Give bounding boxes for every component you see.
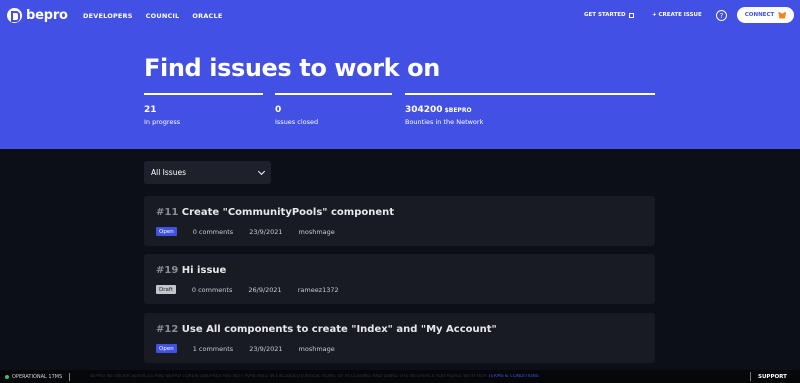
bepro-logo-icon [7,8,22,23]
main-nav: DEVELOPERS COUNCIL ORACLE [83,12,223,20]
issue-author: moshmage [298,227,335,236]
hero-header: bepro DEVELOPERS COUNCIL ORACLE GET STAR… [0,0,800,149]
get-started-link[interactable]: GET STARTED [584,12,634,18]
status-dot-icon [5,374,9,379]
status-badge: Draft [156,285,176,294]
divider [69,372,71,381]
issue-date: 23/9/2021 [249,344,283,353]
brand-name: bepro [26,8,68,23]
issue-comments: 0 comments [191,285,233,294]
get-started-label: GET STARTED [584,12,626,18]
status-badge: Open [156,344,177,353]
issue-number: #11 [156,207,179,218]
connect-label: CONNECT [744,12,775,18]
brand-logo[interactable]: bepro [7,8,68,23]
issue-author: moshmage [298,344,335,353]
stat-label: Bounties in the Network [405,118,484,126]
nav-council[interactable]: COUNCIL [146,12,180,20]
issue-card[interactable]: #11 Create "CommunityPools" component Op… [144,196,655,246]
stat-value: 21 [144,105,157,115]
issue-author: rameez1372 [297,285,339,294]
issue-card[interactable]: #19 Hi issue Draft 0 comments 26/9/2021 … [144,254,655,304]
issue-title-text: Create "CommunityPools" component [181,207,395,218]
stat-value: 0 [275,105,282,115]
stat-label: Issues closed [275,118,319,126]
issue-filter-select[interactable]: All Issues [144,161,271,184]
issue-meta: Open 1 comments 23/9/2021 moshmage [156,344,351,353]
issue-meta: Draft 0 comments 26/9/2021 rameez1372 [156,285,355,294]
issue-title-text: Hi issue [181,265,227,276]
issue-comments: 1 comments [192,344,234,353]
terms-link[interactable]: TERMS & CONDITIONS [488,374,539,379]
nav-developers[interactable]: DEVELOPERS [83,12,133,20]
issue-number: #12 [156,324,179,335]
stat-value: 304200 [405,105,443,115]
issue-date: 23/9/2021 [249,227,283,236]
issue-title-text: Use All components to create "Index" and… [181,324,497,335]
help-icon[interactable]: ? [716,10,727,21]
issue-meta: Open 0 comments 23/9/2021 moshmage [156,227,351,236]
operational-status: OPERATIONAL 17MS [5,372,71,381]
external-link-icon [628,12,634,18]
divider [750,372,751,381]
stat-bounties: 304200 $BEPRO Bounties in the Network [405,93,655,126]
stat-unit: $BEPRO [444,107,472,114]
stat-issues-closed: 0 Issues closed [275,93,392,126]
issue-title: #19 Hi issue [156,265,226,276]
filter-selected-value: All Issues [151,168,186,177]
issue-date: 26/9/2021 [248,285,282,294]
issue-title: #12 Use All components to create "Index"… [156,324,497,335]
operational-label: OPERATIONAL 17MS [12,373,63,380]
page-title: Find issues to work on [144,54,440,82]
support-link[interactable]: SUPPORT [758,374,787,380]
metamask-fox-icon [778,11,787,19]
connect-wallet-button[interactable]: CONNECT [737,7,794,23]
issue-card[interactable]: #12 Use All components to create "Index"… [144,313,655,363]
create-issue-button[interactable]: + CREATE ISSUE [652,12,702,18]
issue-title: #11 Create "CommunityPools" component [156,207,394,218]
stat-label: In progress [144,118,181,126]
stat-in-progress: 21 In progress [144,93,263,126]
status-badge: Open [156,227,177,236]
issue-number: #19 [156,265,179,276]
status-bar: OPERATIONAL 17MS BEPRO NETWORK SERVICES … [0,370,800,383]
nav-oracle[interactable]: ORACLE [192,12,222,20]
issue-comments: 0 comments [192,227,234,236]
chevron-down-icon [257,167,266,175]
disclaimer-text: BEPRO NETWORK SERVICES AND BEPRO TOKEN (… [90,374,487,379]
jurisdiction-disclaimer: BEPRO NETWORK SERVICES AND BEPRO TOKEN (… [90,374,660,379]
